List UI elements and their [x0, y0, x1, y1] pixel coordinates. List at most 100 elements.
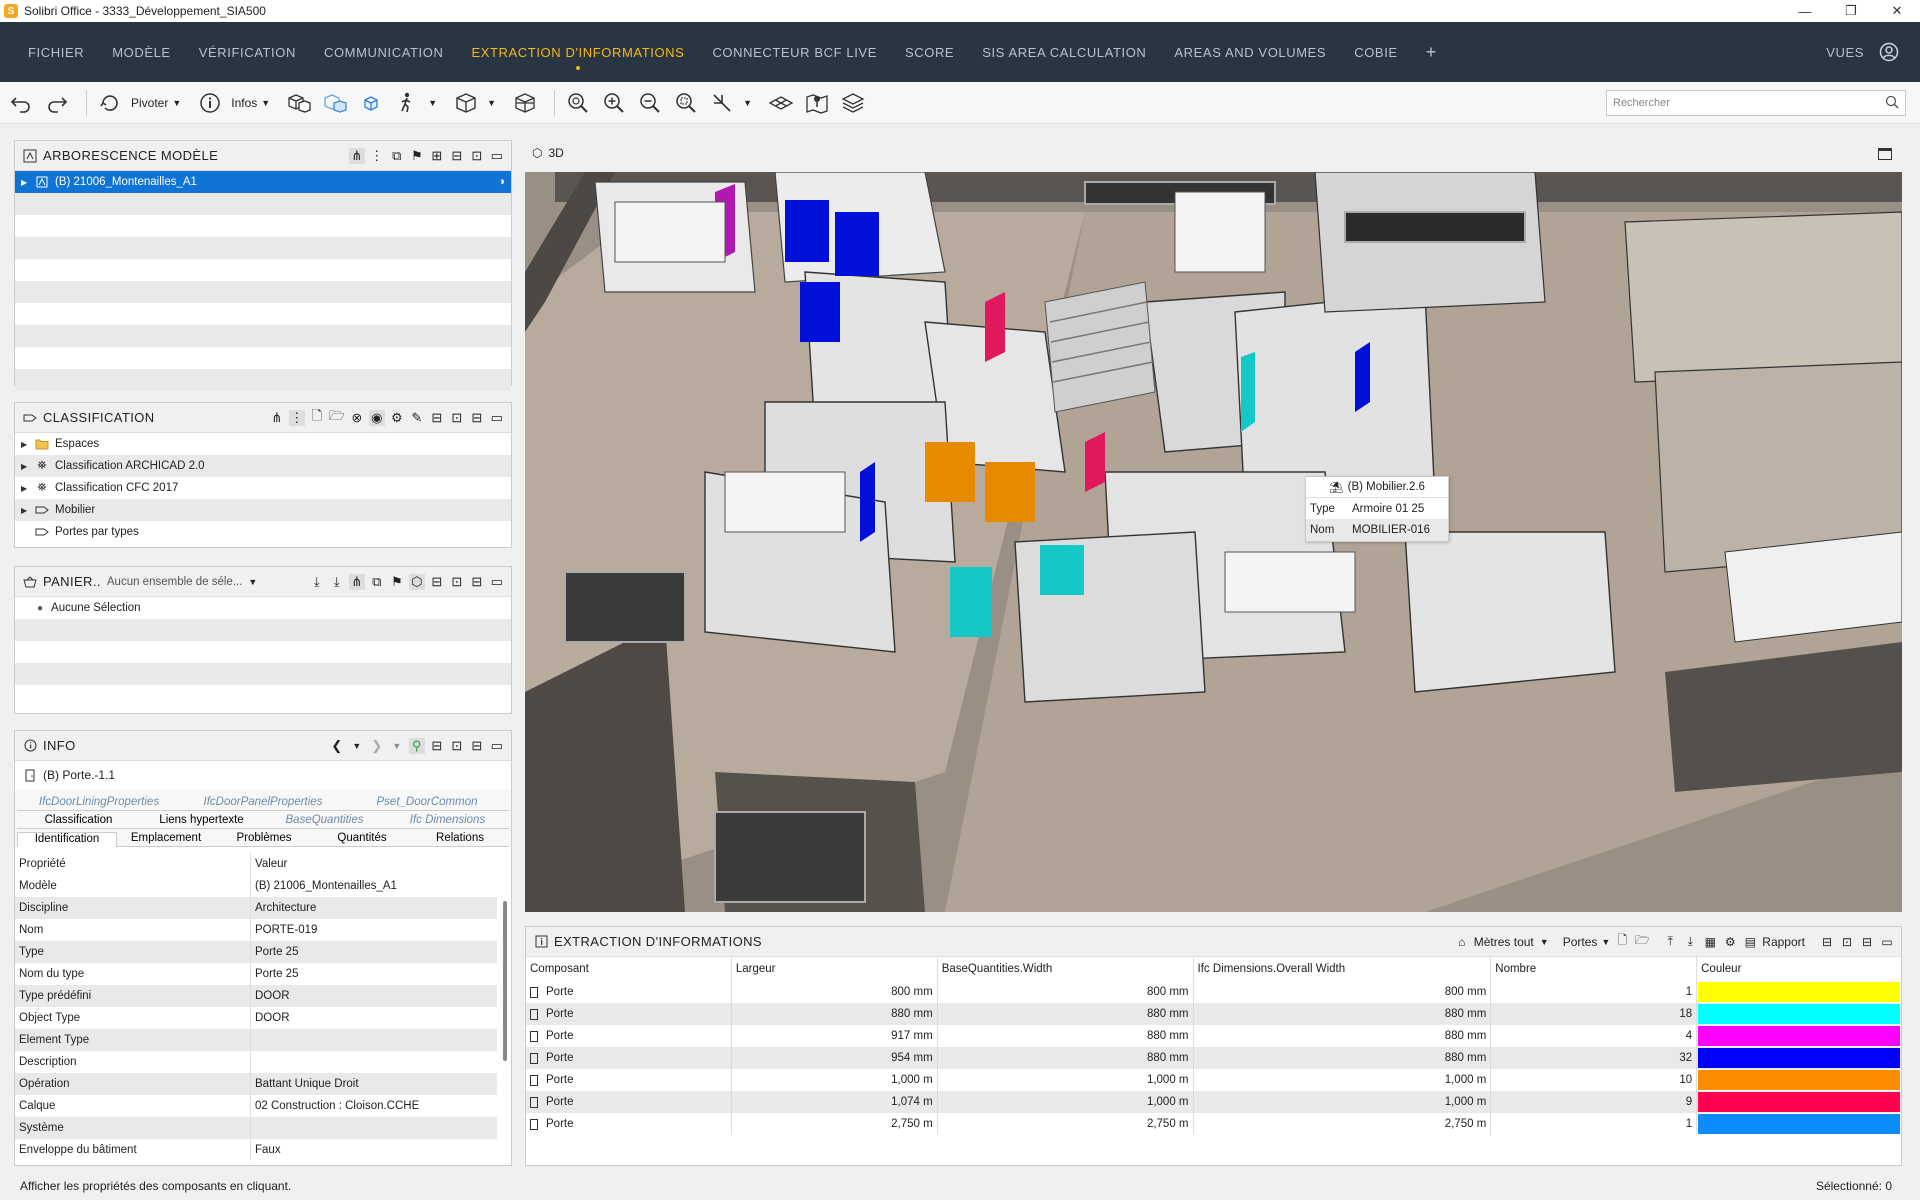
model-tree-item[interactable]: ▶ (B) 21006_Montenailles_A1 ◑	[15, 171, 511, 193]
menu-fichier[interactable]: FICHIER	[14, 22, 98, 82]
cube-icon[interactable]: ⬡	[409, 573, 425, 590]
basket-remove-icon[interactable]: ⊟	[469, 410, 485, 426]
menu-vues[interactable]: VUES	[1812, 22, 1878, 82]
rotate-label[interactable]: Pivoter	[131, 96, 168, 110]
table-row[interactable]: Porte 880 mm 880 mm 880 mm 18	[526, 1003, 1901, 1025]
info-label[interactable]: Infos	[231, 96, 257, 110]
map-pin-icon[interactable]	[802, 88, 832, 118]
undo-icon[interactable]	[6, 88, 36, 118]
property-row[interactable]: Object Type DOOR	[15, 1007, 497, 1029]
zoom-fit-icon[interactable]	[563, 88, 593, 118]
new-file-icon[interactable]: 🗋	[1614, 933, 1630, 950]
panel-maximize-icon[interactable]: ▭	[489, 410, 505, 426]
tab-relations[interactable]: Relations	[411, 832, 509, 847]
property-row[interactable]: Type prédéfini DOOR	[15, 985, 497, 1007]
user-icon[interactable]	[1878, 41, 1900, 63]
property-row[interactable]: Type Porte 25	[15, 941, 497, 963]
classification-item-espaces[interactable]: ▶ Espaces	[15, 433, 511, 455]
basket-icon[interactable]: ⊟	[429, 738, 445, 754]
classification-item-portes[interactable]: Portes par types	[15, 521, 511, 543]
expand-arrow-icon[interactable]: ▶	[21, 462, 35, 471]
close-button[interactable]: ✕	[1874, 0, 1920, 22]
col-basequantities-width[interactable]: BaseQuantities.Width	[938, 957, 1194, 981]
zoom-out-icon[interactable]	[635, 88, 665, 118]
property-row[interactable]: Nom du type Porte 25	[15, 963, 497, 985]
table-row[interactable]: Porte 917 mm 880 mm 880 mm 4	[526, 1025, 1901, 1047]
tab-classification[interactable]: Classification	[17, 814, 140, 829]
basket-set-select[interactable]: Aucun ensemble de séle...	[107, 576, 243, 588]
edit-icon[interactable]: ✎	[409, 410, 425, 426]
model-visibility-icon[interactable]: ◑	[498, 176, 505, 188]
menu-sis-area[interactable]: SIS AREA CALCULATION	[968, 22, 1160, 82]
cube-transparent-icon[interactable]	[320, 88, 350, 118]
chart-icon[interactable]: ▦	[1702, 934, 1718, 950]
cube-blue-icon[interactable]	[356, 88, 386, 118]
property-row[interactable]: Calque 02 Construction : Cloison.CCHE	[15, 1095, 497, 1117]
maximize-button[interactable]: ❐	[1828, 0, 1874, 22]
tab-basequantities[interactable]: BaseQuantities	[263, 814, 386, 829]
walk-dropdown-icon[interactable]: ▼	[428, 98, 437, 108]
tab-identification[interactable]: Identification	[17, 832, 117, 847]
table-row[interactable]: Porte 800 mm 800 mm 800 mm 1	[526, 981, 1901, 1003]
set-select[interactable]: Portes	[1563, 935, 1598, 949]
basket-add-icon[interactable]: ⊡	[1839, 934, 1855, 950]
basket-icon[interactable]: ⊟	[1819, 934, 1835, 950]
property-row[interactable]: Description	[15, 1051, 497, 1073]
basket-add-icon[interactable]: ⊡	[469, 148, 485, 164]
menu-extraction[interactable]: EXTRACTION D'INFORMATIONS	[457, 22, 698, 82]
menu-communication[interactable]: COMMUNICATION	[310, 22, 458, 82]
panel-maximize-icon[interactable]: ▭	[1879, 934, 1895, 950]
expand-arrow-icon[interactable]: ▶	[21, 506, 35, 515]
menu-areas-volumes[interactable]: AREAS AND VOLUMES	[1160, 22, 1340, 82]
color-swatch[interactable]	[1698, 1004, 1900, 1024]
basket-dropdown-icon[interactable]: ▼	[248, 577, 257, 587]
basket-icon[interactable]: ⊟	[429, 410, 445, 426]
basket-icon[interactable]: ⊟	[429, 574, 445, 590]
col-value[interactable]: Valeur	[251, 858, 287, 870]
chevron-down-icon[interactable]: ▼	[389, 738, 405, 754]
property-row[interactable]: Système	[15, 1117, 497, 1139]
report-button[interactable]: Rapport	[1762, 935, 1805, 949]
color-swatch[interactable]	[1698, 1114, 1900, 1134]
col-nombre[interactable]: Nombre	[1491, 957, 1698, 981]
units-dropdown-icon[interactable]: ▼	[1540, 937, 1549, 947]
cell-couleur[interactable]	[1697, 981, 1901, 1003]
open-folder-icon[interactable]: 🗁	[329, 408, 345, 426]
color-swatch[interactable]	[1698, 982, 1900, 1002]
layers-icon[interactable]	[838, 88, 868, 118]
search-input[interactable]: Rechercher	[1606, 90, 1906, 116]
view-dropdown-icon[interactable]: ▼	[487, 98, 496, 108]
property-row[interactable]: Opération Battant Unique Droit	[15, 1073, 497, 1095]
tree-filter-icon[interactable]: ⧉	[389, 148, 405, 164]
panel-maximize-icon[interactable]: ▭	[489, 574, 505, 590]
expand-arrow-icon[interactable]: ▶	[21, 178, 35, 187]
basket-icon[interactable]: ⊟	[449, 148, 465, 164]
tab-emplacement[interactable]: Emplacement	[117, 832, 215, 847]
tab-doorpanel[interactable]: IfcDoorPanelProperties	[181, 796, 345, 811]
download-icon[interactable]: ⤓	[1682, 934, 1698, 950]
classification-item-mobilier[interactable]: ▶ Mobilier	[15, 499, 511, 521]
table-row[interactable]: Porte 1,000 m 1,000 m 1,000 m 10	[526, 1069, 1901, 1091]
import-icon[interactable]: ⤓	[329, 574, 345, 590]
color-swatch[interactable]	[1698, 1026, 1900, 1046]
table-row[interactable]: Porte 2,750 m 2,750 m 2,750 m1	[526, 1113, 1901, 1135]
view-cube-icon[interactable]	[451, 88, 481, 118]
info-scrollbar[interactable]	[503, 901, 507, 1061]
redo-icon[interactable]	[42, 88, 72, 118]
basket-remove-icon[interactable]: ⊟	[469, 738, 485, 754]
walk-icon[interactable]	[392, 88, 422, 118]
property-row[interactable]: Enveloppe du bâtiment Faux	[15, 1139, 497, 1161]
tab-ifc-dimensions[interactable]: Ifc Dimensions	[386, 814, 509, 829]
tab-liens[interactable]: Liens hypertexte	[140, 814, 263, 829]
basket-add-icon[interactable]: ⊡	[449, 574, 465, 590]
cell-couleur[interactable]	[1697, 1003, 1901, 1025]
cell-couleur[interactable]	[1697, 1091, 1901, 1113]
menu-verification[interactable]: VÉRIFICATION	[185, 22, 310, 82]
property-row[interactable]: Nom PORTE-019	[15, 919, 497, 941]
set-dropdown-icon[interactable]: ▼	[1601, 937, 1610, 947]
basket-remove-icon[interactable]: ⊟	[469, 574, 485, 590]
property-row[interactable]: Modèle (B) 21006_Montenailles_A1	[15, 875, 497, 897]
col-property[interactable]: Propriété	[15, 853, 251, 875]
minimize-button[interactable]: —	[1782, 0, 1828, 22]
cube-multi-icon[interactable]	[284, 88, 314, 118]
